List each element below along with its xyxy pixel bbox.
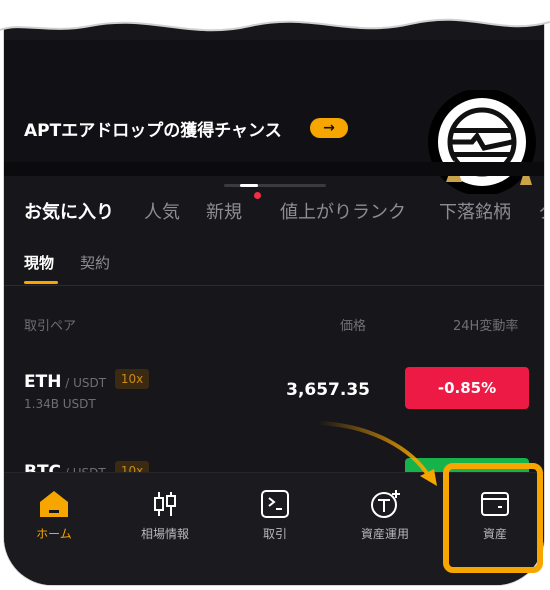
earn-icon — [371, 490, 400, 518]
tab-more[interactable]: ク — [538, 198, 544, 224]
column-pair[interactable]: 取引ペア — [24, 315, 76, 334]
subtab-contract[interactable]: 契約 — [80, 252, 110, 273]
nav-label: 取引 — [262, 527, 287, 541]
candlestick-icon — [154, 492, 176, 516]
tab-favorites[interactable]: お気に入り — [24, 198, 114, 224]
change-badge: -0.85% — [405, 367, 529, 409]
nav-trade[interactable]: 取引 — [225, 473, 325, 542]
leverage-badge: 10x — [115, 369, 149, 389]
banner-title: APTエアドロップの獲得チャンス — [24, 121, 282, 141]
volume: 1.34B USDT — [24, 397, 96, 411]
nav-markets[interactable]: 相場情報 — [115, 473, 215, 542]
divider — [4, 285, 544, 286]
nav-home[interactable]: ホーム — [4, 473, 104, 542]
tab-losers[interactable]: 下落銘柄 — [439, 198, 511, 224]
assets-highlight-box — [443, 463, 543, 573]
nav-label: ホーム — [36, 527, 72, 541]
column-change[interactable]: 24H変動率 — [453, 315, 518, 334]
banner-arrow-button[interactable]: → — [310, 118, 348, 138]
nav-label: 資産運用 — [360, 527, 409, 541]
nav-earn[interactable]: 資産運用 — [335, 473, 435, 542]
aptos-logo-icon — [428, 90, 536, 194]
tab-gainers[interactable]: 値上がりランク — [280, 198, 406, 224]
price: 3,657.35 — [286, 380, 370, 400]
subtab-spot[interactable]: 現物 — [24, 252, 54, 273]
promo-banner[interactable]: APTエアドロップの獲得チャンス → — [4, 40, 544, 194]
pair-name: ETH / USDT — [24, 372, 107, 392]
nav-label: 相場情報 — [140, 527, 189, 541]
subtab-underline — [24, 281, 58, 284]
section-separator — [4, 162, 544, 176]
tab-new[interactable]: 新規 — [206, 198, 242, 224]
tab-popular[interactable]: 人気 — [144, 198, 180, 224]
torn-edge — [0, 0, 550, 32]
new-badge-dot — [254, 192, 261, 199]
home-icon — [40, 491, 68, 517]
banner-pager — [224, 184, 326, 187]
market-tabs: お気に入り 人気 新規 値上がりランク 下落銘柄 ク — [4, 198, 544, 228]
column-price[interactable]: 価格 — [340, 315, 366, 334]
trade-icon — [261, 490, 289, 518]
